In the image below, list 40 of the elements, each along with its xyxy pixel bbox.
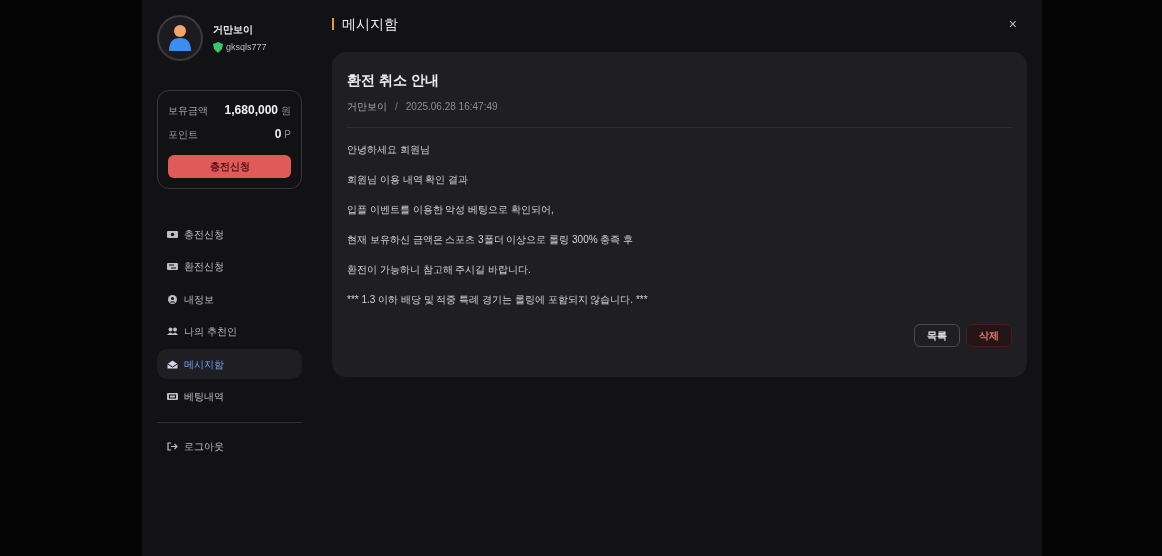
menu-item[interactable]: 로그아웃 xyxy=(157,431,302,461)
wallet-amount: 1,680,000 xyxy=(224,102,278,119)
menu-item[interactable]: 내정보 xyxy=(157,284,302,314)
shield-icon xyxy=(213,42,223,53)
message-paragraph: 환전이 가능하니 참고해 주시길 바랍니다. xyxy=(347,263,532,277)
menu-item[interactable]: 충전신청 xyxy=(157,219,302,249)
menu-item[interactable]: 메시지함 xyxy=(157,349,302,379)
message-paragraph: 안녕하세요 회원님 xyxy=(347,143,431,157)
person-icon xyxy=(168,24,192,52)
title-bar-accent xyxy=(332,18,334,30)
menu-item[interactable]: 환전신청 xyxy=(157,251,302,282)
menu-item[interactable]: 나의 추천인 xyxy=(157,316,302,347)
message-paragraph: 회원님 이용 내역 확인 결과 xyxy=(347,173,470,187)
message-paragraph: 입플 이벤트를 이용한 악성 베팅으로 확인되어, xyxy=(347,203,555,217)
close-button[interactable]: × xyxy=(1008,13,1017,35)
unit-label: 원 xyxy=(281,104,291,118)
unit-label: P xyxy=(284,128,291,142)
delete-button[interactable]: 삭제 xyxy=(966,324,1012,347)
charge-button[interactable]: 충전신청 xyxy=(168,155,291,178)
people-icon xyxy=(167,327,178,336)
wallet-label: 포인트 xyxy=(168,127,198,142)
message-paragraph: *** 1.3 이하 배당 및 적중 특례 경기는 롤링에 포함되지 않습니다. *** xyxy=(347,293,649,307)
user-name: 거만보이 xyxy=(213,22,254,37)
list-button[interactable]: 목록 xyxy=(914,324,960,347)
message-date: 2025.06.28 16:47:49 xyxy=(405,100,498,114)
logout-icon xyxy=(167,441,178,451)
banknote-icon xyxy=(167,262,178,271)
user-circle-icon xyxy=(167,294,178,304)
user-id: gksqls777 xyxy=(226,40,267,54)
message-title: 환전 취소 안내 xyxy=(347,71,440,90)
card-icon xyxy=(167,392,178,401)
page-title: 메시지함 xyxy=(342,14,398,34)
message-paragraph: 현재 보유하신 금액은 스포츠 3폴더 이상으로 롤링 300% 충족 후 xyxy=(347,233,635,247)
banknote-icon xyxy=(167,229,178,239)
envelope-icon xyxy=(167,359,178,369)
wallet-label: 보유금액 xyxy=(168,103,208,118)
sender-name: 거만보이 xyxy=(347,100,387,114)
wallet-amount: 0 xyxy=(274,126,282,143)
separator: / xyxy=(395,100,398,114)
menu-item[interactable]: 베팅내역 xyxy=(157,381,302,412)
